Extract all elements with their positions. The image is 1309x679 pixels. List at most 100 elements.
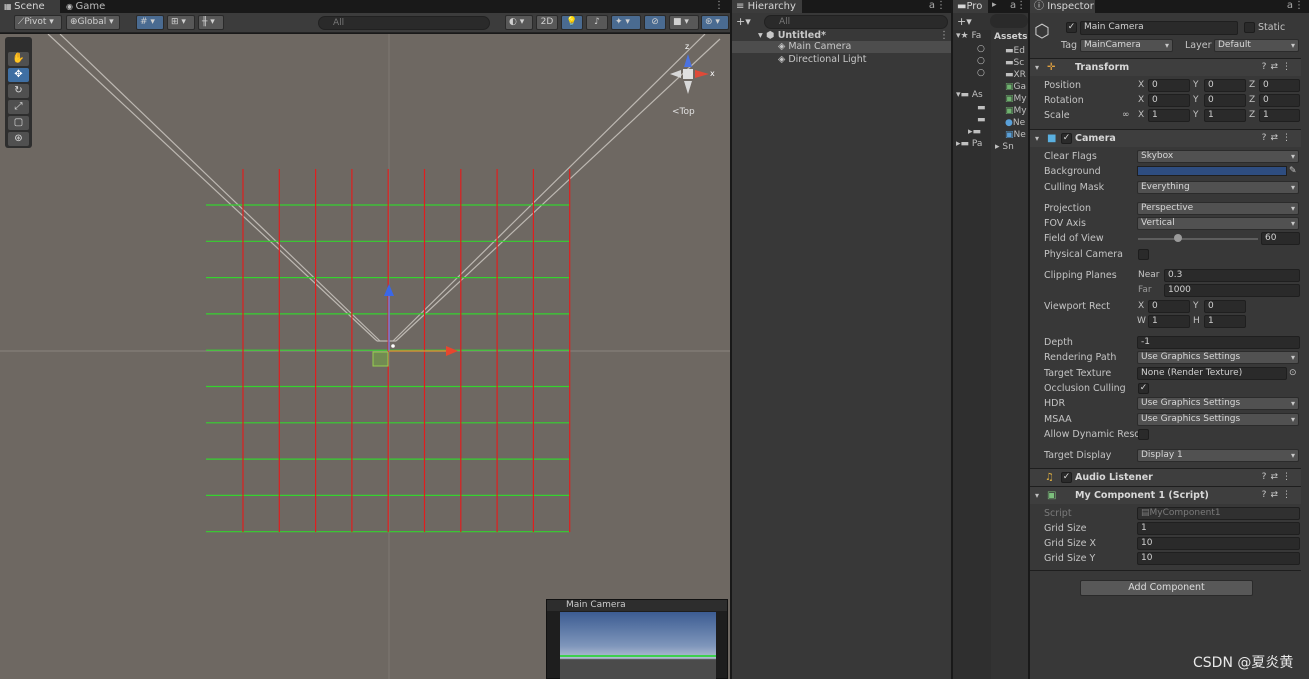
subfolder-icon[interactable]: ▬ (977, 103, 986, 114)
grid-toggle-button[interactable]: # ▾ (136, 15, 164, 30)
camera-header[interactable]: ▾ ■ ✓ Camera ?⇄⋮ (1030, 129, 1301, 147)
y-arrow-head[interactable] (384, 284, 394, 296)
grid-size-y-field[interactable]: 10 (1137, 552, 1300, 565)
create-plus-icon[interactable]: +▾ (736, 15, 751, 28)
hierarchy-search-input[interactable]: All (764, 15, 948, 29)
search-filter-icon[interactable]: ○ (977, 44, 985, 55)
audio-toggle[interactable]: ♪ (586, 15, 608, 30)
tag-dropdown[interactable]: MainCamera (1080, 39, 1173, 52)
tab-project[interactable]: ▬Pro (953, 0, 988, 13)
scene-menu-icon[interactable]: ⋮ (714, 0, 724, 11)
scene-menu-dots-icon[interactable]: ⋮ (939, 30, 949, 41)
project-create-icon[interactable]: +▾ (957, 15, 972, 28)
assets-folder[interactable]: ▾▬ As (956, 90, 983, 101)
eyedropper-icon[interactable]: ✎ (1289, 164, 1297, 179)
target-display-dropdown[interactable]: Display 1 (1137, 449, 1299, 462)
link-icon[interactable]: ∞ (1122, 108, 1130, 123)
viewport-h-field[interactable]: 1 (1204, 315, 1246, 328)
position-z-field[interactable]: 0 (1259, 79, 1300, 92)
rect-tool-icon[interactable]: ▢ (8, 116, 29, 130)
inspector-menu-icon[interactable]: ⋮ (1294, 0, 1304, 11)
more-tabs-icon[interactable]: ▸ (992, 0, 997, 10)
scene-search-input[interactable]: All (318, 16, 490, 30)
physical-camera-checkbox[interactable] (1138, 249, 1149, 260)
fov-slider-track[interactable] (1138, 238, 1258, 240)
asset-item[interactable]: ▸ Sn (995, 142, 1014, 153)
move-tool-icon[interactable]: ✥ (8, 68, 29, 82)
subfolder-icon[interactable]: ▬ (977, 115, 986, 126)
transform-header[interactable]: ▾ ✛ Transform ?⇄⋮ (1030, 58, 1301, 76)
object-picker-icon[interactable]: ⊙ (1289, 366, 1297, 381)
asset-item[interactable]: ▬XR (1005, 70, 1026, 81)
occlusion-culling-checkbox[interactable]: ✓ (1138, 383, 1149, 394)
audio-listener-header[interactable]: ♫ ✓ Audio Listener ?⇄⋮ (1030, 468, 1301, 486)
lighting-toggle[interactable]: 💡 (561, 15, 583, 30)
active-checkbox[interactable]: ✓ (1066, 22, 1077, 33)
msaa-dropdown[interactable]: Use Graphics Settings (1137, 413, 1299, 426)
asset-item[interactable]: ▣My (1005, 94, 1027, 105)
tab-hierarchy[interactable]: ≡ Hierarchy (732, 0, 802, 13)
add-component-button[interactable]: Add Component (1080, 580, 1253, 596)
asset-item[interactable]: ▣My (1005, 106, 1027, 117)
view-mode-label[interactable]: <Top (672, 107, 695, 117)
far-field[interactable]: 1000 (1164, 284, 1300, 297)
pivot-toggle[interactable]: ⟋Pivot ▾ (14, 15, 62, 30)
hierarchy-item-main-camera[interactable]: ◈ Main Camera (778, 41, 851, 53)
project-lock-icon[interactable]: a⋮ (1010, 0, 1026, 11)
fov-slider-thumb[interactable] (1173, 234, 1182, 242)
fov-field[interactable]: 60 (1261, 232, 1300, 245)
rotation-z-field[interactable]: 0 (1259, 94, 1300, 107)
scale-x-field[interactable]: 1 (1148, 109, 1190, 122)
search-filter-icon[interactable]: ○ (977, 68, 985, 79)
scale-z-field[interactable]: 1 (1259, 109, 1300, 122)
xz-plane-handle[interactable] (372, 351, 389, 367)
viewport-y-field[interactable]: 0 (1204, 300, 1246, 313)
viewport-x-field[interactable]: 0 (1148, 300, 1190, 313)
scale-tool-icon[interactable]: ⤢ (8, 100, 29, 114)
rotation-x-field[interactable]: 0 (1148, 94, 1190, 107)
near-field[interactable]: 0.3 (1164, 269, 1300, 282)
asset-item[interactable]: ▣Ga (1005, 82, 1026, 93)
tab-game[interactable]: ◉ Game (62, 0, 122, 13)
scale-y-field[interactable]: 1 (1204, 109, 1246, 122)
dynamic-resolution-checkbox[interactable] (1138, 429, 1149, 440)
lock-icon[interactable]: a (929, 0, 935, 11)
position-x-field[interactable]: 0 (1148, 79, 1190, 92)
component-actions-icon[interactable]: ?⇄⋮ (1262, 59, 1295, 76)
grid-size-field[interactable]: 1 (1137, 522, 1300, 535)
2d-toggle[interactable]: 2D (536, 15, 558, 30)
hierarchy-menu-icon[interactable]: ⋮ (936, 0, 946, 11)
asset-item[interactable]: ▣Ne (1005, 130, 1026, 141)
depth-field[interactable]: -1 (1137, 336, 1300, 349)
asset-item[interactable]: ▬Sc (1005, 58, 1024, 69)
culling-mask-dropdown[interactable]: Everything (1137, 181, 1299, 194)
camera-enabled-checkbox[interactable]: ✓ (1061, 133, 1072, 144)
projection-dropdown[interactable]: Perspective (1137, 202, 1299, 215)
my-component-header[interactable]: ▾ ▣ My Component 1 (Script) ?⇄⋮ (1030, 486, 1301, 504)
hidden-objects-toggle[interactable]: ⊘ (644, 15, 666, 30)
snap-settings-button[interactable]: ⊞ ▾ (167, 15, 195, 30)
asset-item[interactable]: ●Ne (1005, 118, 1025, 129)
component-actions-icon[interactable]: ?⇄⋮ (1262, 469, 1295, 486)
hand-tool-icon[interactable]: ✋ (8, 52, 29, 66)
viewport-w-field[interactable]: 1 (1148, 315, 1190, 328)
effects-toggle[interactable]: ✦ ▾ (611, 15, 641, 30)
gizmos-button[interactable]: ⊛ ▾ (701, 15, 729, 30)
component-actions-icon[interactable]: ?⇄⋮ (1262, 487, 1295, 504)
clear-flags-dropdown[interactable]: Skybox (1137, 150, 1299, 163)
hdr-dropdown[interactable]: Use Graphics Settings (1137, 397, 1299, 410)
increment-snap-button[interactable]: ╫ ▾ (198, 15, 224, 30)
component-actions-icon[interactable]: ?⇄⋮ (1262, 130, 1295, 147)
target-texture-field[interactable]: None (Render Texture) (1137, 367, 1287, 380)
tab-inspector[interactable]: ⓘ Inspector (1030, 0, 1095, 13)
packages-folder[interactable]: ▸▬ Pa (956, 139, 982, 150)
draw-mode-button[interactable]: ◐ ▾ (505, 15, 533, 30)
project-search-input[interactable] (990, 14, 1028, 28)
hierarchy-item-directional-light[interactable]: ◈ Directional Light (778, 54, 866, 66)
global-toggle[interactable]: ⊕Global ▾ (66, 15, 120, 30)
background-color-swatch[interactable] (1137, 166, 1287, 176)
rotate-tool-icon[interactable]: ↻ (8, 84, 29, 98)
orientation-gizmo[interactable]: z x (664, 40, 724, 108)
layer-dropdown[interactable]: Default (1214, 39, 1299, 52)
tab-scene[interactable]: ▦ Scene (0, 0, 60, 13)
